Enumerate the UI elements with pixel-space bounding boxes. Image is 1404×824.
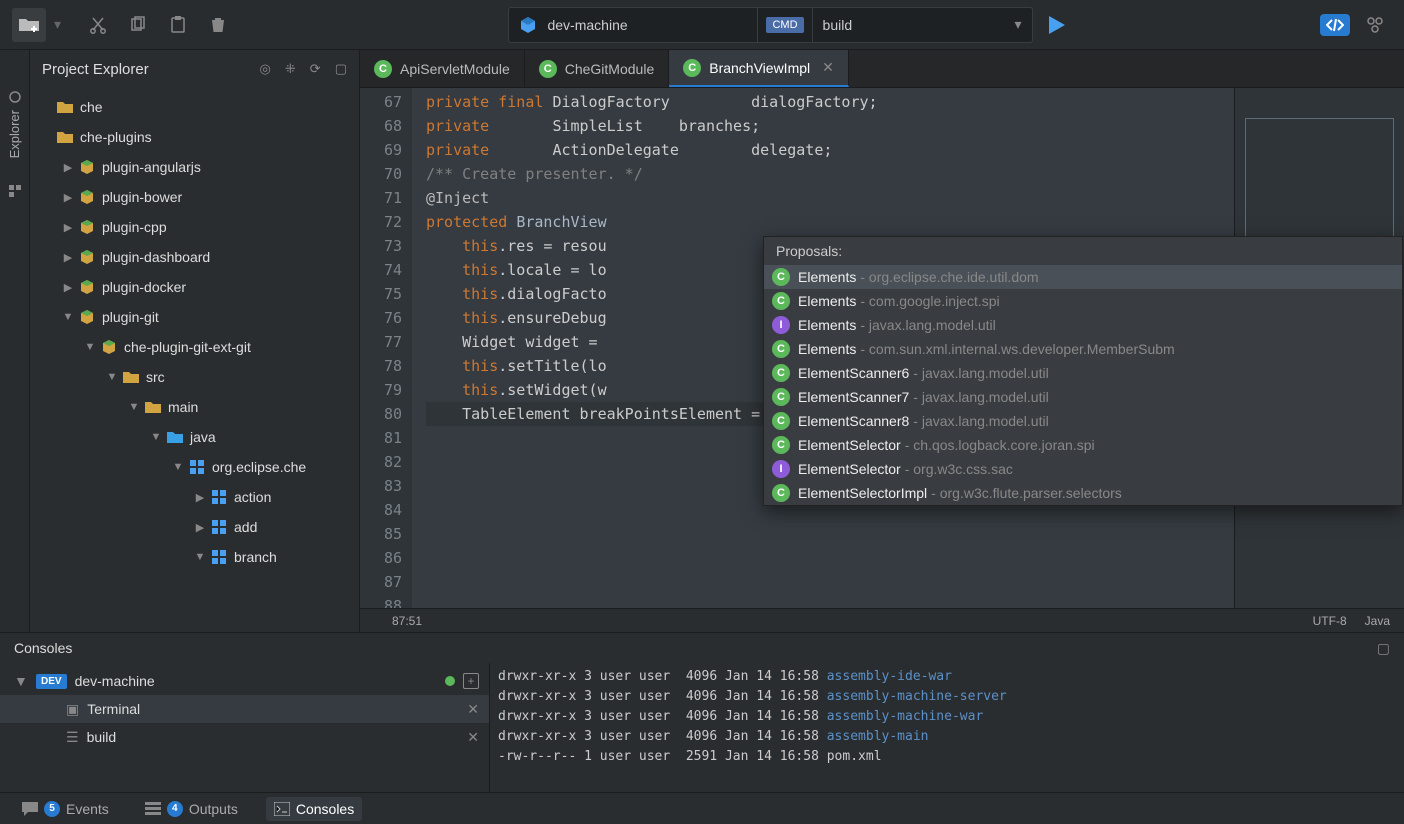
refresh-icon[interactable]: ⟳ [310, 61, 321, 77]
tree-item[interactable]: ▶plugin-cpp [30, 212, 359, 242]
proposal-item[interactable]: CElementScanner8 - javax.lang.model.util [764, 409, 1402, 433]
tree-item[interactable]: ▶action [30, 482, 359, 512]
language: Java [1365, 614, 1390, 628]
tree-item[interactable]: ▼main [30, 392, 359, 422]
consoles-panel: Consoles ▢ ▼DEVdev-machine+▣Terminal✕☰bu… [0, 632, 1404, 792]
encoding: UTF-8 [1313, 614, 1347, 628]
tree-item[interactable]: ▶plugin-dashboard [30, 242, 359, 272]
chevron-down-icon: ▾ [1015, 16, 1022, 33]
tree-item[interactable]: ▼src [30, 362, 359, 392]
tree-item[interactable]: ▶plugin-docker [30, 272, 359, 302]
paste-button[interactable] [161, 8, 195, 42]
bottom-bar: 5Events 4Outputs Consoles [0, 792, 1404, 824]
cmd-badge: CMD [758, 7, 812, 43]
minimize-icon[interactable]: ▢ [335, 61, 347, 77]
proposal-item[interactable]: CElementSelector - ch.qos.logback.core.j… [764, 433, 1402, 457]
close-icon[interactable]: ✕ [467, 729, 479, 746]
bottom-tab[interactable]: 5Events [14, 797, 117, 821]
project-explorer-panel: Project Explorer ◎ ⁜ ⟳ ▢ cheche-plugins▶… [30, 50, 360, 632]
console-tree-item[interactable]: ▼DEVdev-machine+ [0, 667, 489, 695]
proposal-item[interactable]: CElementScanner6 - javax.lang.model.util [764, 361, 1402, 385]
add-terminal-button[interactable]: + [463, 673, 479, 689]
rail-icon-2[interactable] [8, 184, 22, 198]
top-toolbar: ▾ dev-machine CMD build ▾ [0, 0, 1404, 50]
cursor-position: 87:51 [392, 614, 422, 628]
minimize-consoles-icon[interactable]: ▢ [1377, 640, 1390, 657]
collapse-icon[interactable]: ⁜ [285, 61, 296, 77]
console-tree-item[interactable]: ▣Terminal✕ [0, 695, 489, 723]
proposals-title: Proposals: [764, 237, 1402, 265]
proposal-item[interactable]: CElements - com.sun.xml.internal.ws.deve… [764, 337, 1402, 361]
delete-button[interactable] [201, 8, 235, 42]
close-tab-icon[interactable]: ✕ [822, 59, 834, 76]
proposal-item[interactable]: CElementSelectorImpl - org.w3c.flute.par… [764, 481, 1402, 505]
line-gutter: 6768697071727374757677787980818283848586… [360, 88, 412, 608]
settings-icon[interactable] [1358, 8, 1392, 42]
tree-item[interactable]: ▶add [30, 512, 359, 542]
editor-tab[interactable]: CCheGitModule [525, 50, 670, 87]
cut-button[interactable] [81, 8, 115, 42]
tree-item[interactable]: ▼plugin-git [30, 302, 359, 332]
proposal-item[interactable]: CElementScanner7 - javax.lang.model.util [764, 385, 1402, 409]
tree-item[interactable]: che [30, 92, 359, 122]
consoles-title: Consoles [14, 640, 72, 656]
command-label: build [823, 17, 853, 33]
tree-item[interactable]: ▼java [30, 422, 359, 452]
autocomplete-popup: Proposals: CElements - org.eclipse.che.i… [763, 236, 1403, 506]
proposal-item[interactable]: IElementSelector - org.w3c.css.sac [764, 457, 1402, 481]
rail-icon[interactable] [8, 90, 22, 104]
tree-item[interactable]: che-plugins [30, 122, 359, 152]
editor-tabs: CApiServletModuleCCheGitModuleCBranchVie… [360, 50, 1404, 88]
proposal-item[interactable]: CElements - com.google.inject.spi [764, 289, 1402, 313]
machine-select[interactable]: dev-machine [508, 7, 758, 43]
tree-item[interactable]: ▼che-plugin-git-ext-git [30, 332, 359, 362]
locate-icon[interactable]: ◎ [260, 61, 271, 77]
tree-item[interactable]: ▶plugin-bower [30, 182, 359, 212]
new-file-button[interactable] [12, 8, 46, 42]
tree-item[interactable]: ▼org.eclipse.che [30, 452, 359, 482]
code-view-button[interactable] [1320, 14, 1350, 36]
command-select[interactable]: build ▾ [813, 7, 1033, 43]
bottom-tab[interactable]: 4Outputs [137, 797, 246, 821]
editor-tab[interactable]: CApiServletModule [360, 50, 525, 87]
rail-explorer-tab[interactable]: Explorer [7, 110, 22, 158]
proposal-item[interactable]: CElements - org.eclipse.che.ide.util.dom [764, 265, 1402, 289]
machine-label: dev-machine [547, 17, 627, 33]
bottom-tab[interactable]: Consoles [266, 797, 362, 821]
terminal-output[interactable]: drwxr-xr-x 3 user user 4096 Jan 14 16:58… [490, 663, 1404, 792]
left-rail: Explorer [0, 50, 30, 632]
editor-status-bar: 87:51 UTF-8 Java [360, 608, 1404, 632]
tree-item[interactable]: ▼branch [30, 542, 359, 572]
proposal-item[interactable]: IElements - javax.lang.model.util [764, 313, 1402, 337]
tree-item[interactable]: ▶plugin-angularjs [30, 152, 359, 182]
run-button[interactable] [1045, 14, 1067, 36]
close-icon[interactable]: ✕ [467, 701, 479, 718]
console-tree-item[interactable]: ☰build✕ [0, 723, 489, 751]
consoles-tree: ▼DEVdev-machine+▣Terminal✕☰build✕ [0, 663, 490, 792]
status-dot-icon [445, 676, 455, 686]
editor-tab[interactable]: CBranchViewImpl✕ [669, 50, 849, 87]
dropdown-caret-icon[interactable]: ▾ [54, 16, 61, 33]
panel-title: Project Explorer [42, 61, 246, 78]
copy-button[interactable] [121, 8, 155, 42]
